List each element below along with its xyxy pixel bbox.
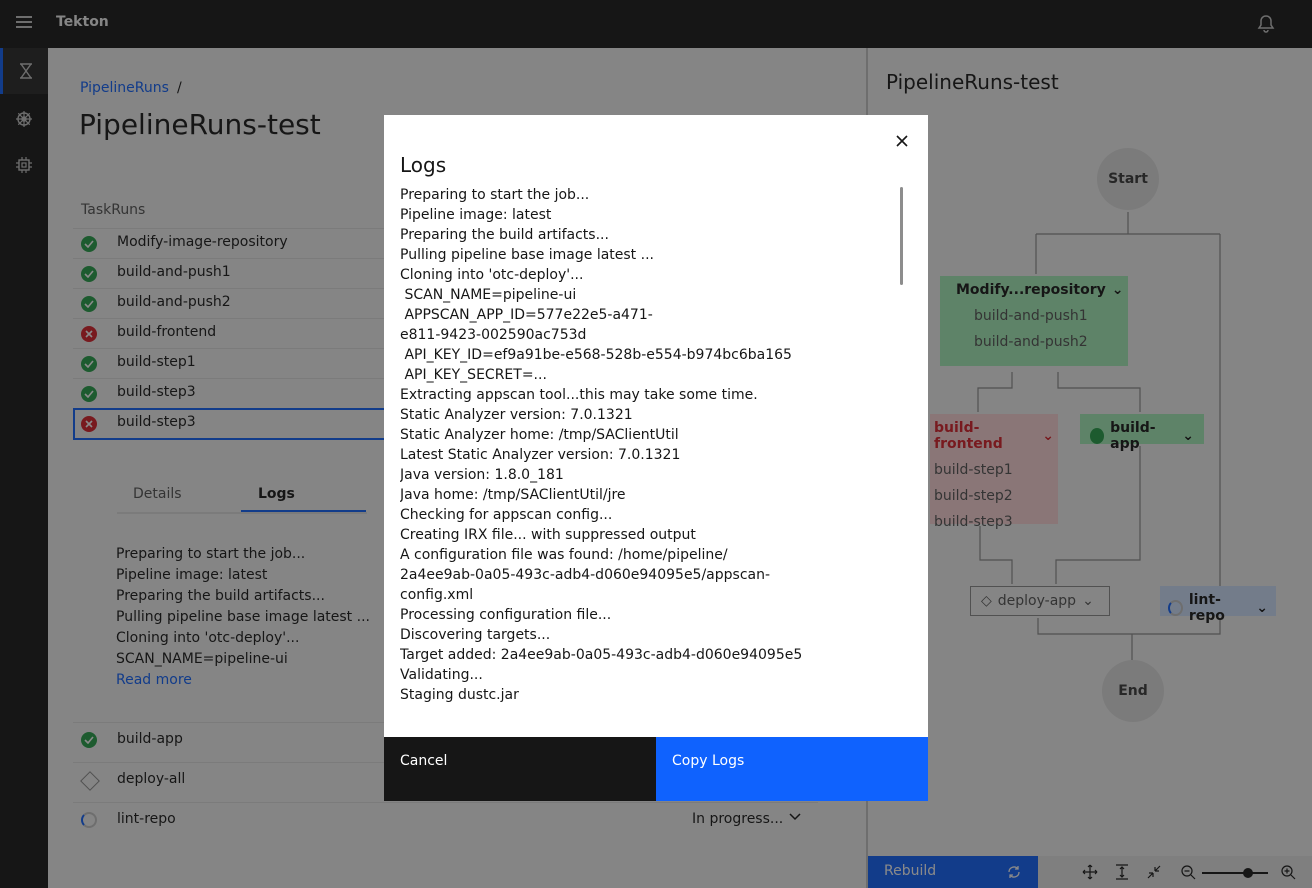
log-line: Extracting appscan tool...this may take … bbox=[400, 387, 758, 403]
log-line: Creating IRX file... with suppressed out… bbox=[400, 527, 696, 543]
log-line: APPSCAN_APP_ID=577e22e5-a471- bbox=[400, 307, 653, 323]
log-line: SCAN_NAME=pipeline-ui bbox=[400, 287, 577, 303]
log-line: API_KEY_ID=ef9a91be-e568-528b-e554-b974b… bbox=[400, 347, 792, 363]
log-line: 2a4ee9ab-0a05-493c-adb4-d060e94095e5/app… bbox=[400, 567, 771, 583]
log-line: A configuration file was found: /home/pi… bbox=[400, 547, 728, 563]
log-line: Discovering targets... bbox=[400, 627, 551, 643]
log-line: Staging dustc.jar bbox=[400, 687, 519, 703]
close-icon[interactable] bbox=[894, 133, 910, 149]
log-line: API_KEY_SECRET=... bbox=[400, 367, 547, 383]
log-line: Checking for appscan config... bbox=[400, 507, 613, 523]
log-line: Processing configuration file... bbox=[400, 607, 612, 623]
log-line: Java version: 1.8.0_181 bbox=[400, 467, 564, 483]
log-line: Static Analyzer home: /tmp/SAClientUtil bbox=[400, 427, 679, 443]
app-root: Tekton PipelineRuns/ PipelineRuns-test T… bbox=[0, 0, 1312, 888]
log-line: Static Analyzer version: 7.0.1321 bbox=[400, 407, 633, 423]
log-line: Cloning into 'otc-deploy'... bbox=[400, 267, 584, 283]
log-line: Preparing the build artifacts... bbox=[400, 227, 609, 243]
cancel-button[interactable]: Cancel bbox=[384, 737, 656, 801]
copy-logs-button[interactable]: Copy Logs bbox=[656, 737, 928, 801]
log-scrollbar[interactable] bbox=[900, 187, 903, 285]
log-line: Java home: /tmp/SAClientUtil/jre bbox=[400, 487, 626, 503]
log-line: Latest Static Analyzer version: 7.0.1321 bbox=[400, 447, 681, 463]
log-line: Target added: 2a4ee9ab-0a05-493c-adb4-d0… bbox=[400, 647, 803, 663]
modal-title: Logs bbox=[400, 153, 447, 177]
log-line: e811-9423-002590ac753d bbox=[400, 327, 587, 343]
logs-modal: Logs Preparing to start the job... Pipeli… bbox=[384, 115, 928, 801]
log-content[interactable]: Preparing to start the job... Pipeline im… bbox=[400, 185, 896, 735]
log-line: Pulling pipeline base image latest ... bbox=[400, 247, 654, 263]
log-line: Validating... bbox=[400, 667, 483, 683]
log-line: Pipeline image: latest bbox=[400, 207, 552, 223]
log-line: Preparing to start the job... bbox=[400, 187, 590, 203]
log-line: config.xml bbox=[400, 587, 474, 603]
